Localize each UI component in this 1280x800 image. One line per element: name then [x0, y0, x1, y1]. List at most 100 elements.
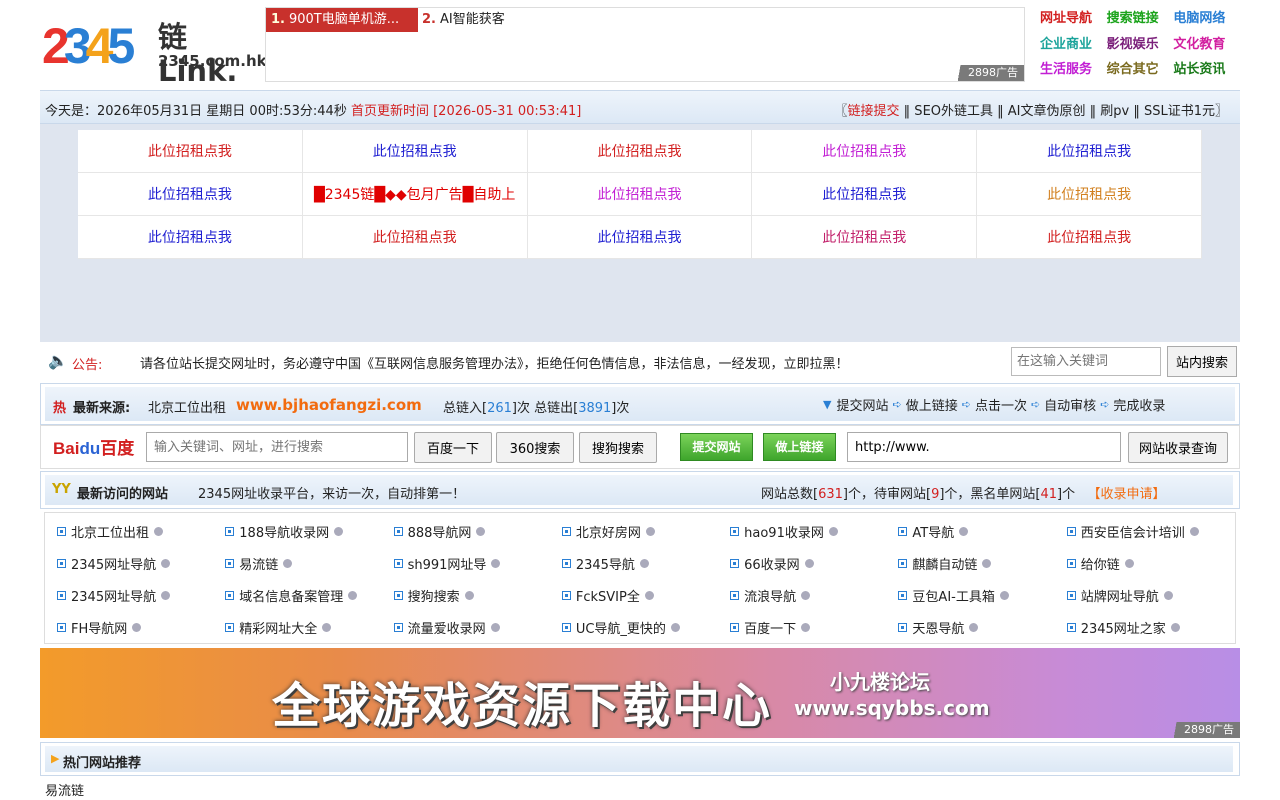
banner-ad[interactable]: 全球游戏资源下载中心 小九楼论坛 www.sqybbs.com 2898广告: [40, 648, 1240, 738]
site-name[interactable]: 麒麟自动链: [912, 554, 977, 573]
site-list-item[interactable]: UC导航_更快的: [561, 611, 730, 643]
site-search-input[interactable]: [1011, 347, 1161, 376]
site-list-item[interactable]: 天恩导航: [898, 611, 1066, 643]
site-name[interactable]: 2345网址之家: [1081, 618, 1166, 637]
site-name[interactable]: 流浪导航: [744, 586, 796, 605]
info-icon[interactable]: [804, 558, 814, 568]
site-search-button[interactable]: 站内搜索: [1167, 346, 1237, 377]
site-name[interactable]: 北京好房网: [576, 522, 641, 541]
ad-slot[interactable]: 此位招租点我: [78, 173, 303, 216]
info-icon[interactable]: [1163, 590, 1173, 600]
site-name[interactable]: 66收录网: [744, 554, 800, 573]
info-icon[interactable]: [959, 526, 969, 536]
site-list-item[interactable]: 域名信息备案管理: [225, 579, 393, 611]
info-icon[interactable]: [334, 526, 344, 536]
info-icon[interactable]: [161, 558, 171, 568]
index-check-button[interactable]: 网站收录查询: [1128, 432, 1228, 463]
site-name[interactable]: 站牌网址导航: [1081, 586, 1159, 605]
site-list-item[interactable]: FH导航网: [57, 611, 225, 643]
web-search-input[interactable]: [146, 432, 408, 462]
site-list-item[interactable]: 给你链: [1066, 547, 1235, 579]
site-list-item[interactable]: 2345导航: [561, 547, 730, 579]
hot-site-link[interactable]: 易流链: [45, 780, 84, 799]
ad-slot[interactable]: 此位招租点我: [527, 173, 753, 216]
site-list-item[interactable]: 精彩网址大全: [225, 611, 393, 643]
site-list-item[interactable]: 2345网址之家: [1066, 611, 1235, 643]
site-list-item[interactable]: 北京工位出租: [57, 515, 225, 547]
info-icon[interactable]: [1189, 526, 1199, 536]
category-link[interactable]: 网址导航: [1040, 10, 1107, 36]
ad-slot[interactable]: 此位招租点我: [752, 173, 978, 216]
site-name[interactable]: 西安臣信会计培训: [1081, 522, 1185, 541]
360-search-button[interactable]: 360搜索: [496, 432, 574, 463]
info-icon[interactable]: [476, 526, 486, 536]
site-name[interactable]: 188导航收录网: [239, 522, 329, 541]
site-name[interactable]: hao91收录网: [744, 522, 824, 541]
site-list-item[interactable]: 易流链: [225, 547, 393, 579]
site-name[interactable]: 搜狗搜索: [408, 586, 460, 605]
site-name[interactable]: 2345导航: [576, 554, 635, 573]
ad-tag[interactable]: 2898广告: [1162, 722, 1240, 738]
info-icon[interactable]: [999, 590, 1009, 600]
site-name[interactable]: 豆包AI-工具箱: [912, 586, 994, 605]
info-icon[interactable]: [828, 526, 838, 536]
info-icon[interactable]: [801, 590, 811, 600]
info-icon[interactable]: [639, 558, 649, 568]
site-list-item[interactable]: AT导航: [898, 515, 1066, 547]
add-link-button[interactable]: 做上链接: [763, 433, 836, 461]
site-name[interactable]: 天恩导航: [912, 618, 964, 637]
site-name[interactable]: 域名信息备案管理: [239, 586, 343, 605]
source-name[interactable]: 北京工位出租: [148, 397, 226, 416]
apply-link[interactable]: 【收录申请】: [1088, 487, 1166, 502]
ad-slot[interactable]: 此位招租点我: [752, 216, 978, 259]
category-link[interactable]: 文化教育: [1173, 36, 1240, 62]
info-icon[interactable]: [132, 622, 142, 632]
info-icon[interactable]: [283, 558, 293, 568]
ad-tag[interactable]: 2898广告: [946, 65, 1024, 81]
info-icon[interactable]: [464, 590, 474, 600]
ad-slot[interactable]: 此位招租点我: [302, 130, 528, 173]
site-list-item[interactable]: 888导航网: [393, 515, 562, 547]
site-name[interactable]: FckSVIP全: [576, 586, 640, 605]
site-list-item[interactable]: 66收录网: [730, 547, 898, 579]
tool-links[interactable]: ‖ SEO外链工具 ‖ AI文章伪原创 ‖ 刷pv ‖ SSL证书1元〗: [900, 104, 1228, 119]
site-name[interactable]: UC导航_更快的: [576, 618, 666, 637]
site-name[interactable]: 2345网址导航: [71, 554, 156, 573]
info-icon[interactable]: [490, 622, 500, 632]
ad-slot[interactable]: 此位招租点我: [977, 173, 1202, 216]
sogou-search-button[interactable]: 搜狗搜索: [579, 432, 657, 463]
site-name[interactable]: 2345网址导航: [71, 586, 156, 605]
submit-site-button[interactable]: 提交网站: [680, 433, 753, 461]
info-icon[interactable]: [154, 526, 164, 536]
site-name[interactable]: 北京工位出租: [71, 522, 149, 541]
site-name[interactable]: 易流链: [239, 554, 278, 573]
info-icon[interactable]: [969, 622, 979, 632]
site-list-item[interactable]: sh991网址导: [393, 547, 562, 579]
info-icon[interactable]: [1170, 622, 1180, 632]
site-list-item[interactable]: 188导航收录网: [225, 515, 393, 547]
site-logo[interactable]: 2345 链Link. 2345.com.hk: [42, 18, 267, 88]
ad-slot[interactable]: 此位招租点我: [527, 216, 753, 259]
site-name[interactable]: 给你链: [1081, 554, 1120, 573]
site-name[interactable]: AT导航: [912, 522, 954, 541]
site-list-item[interactable]: 搜狗搜索: [393, 579, 562, 611]
category-link[interactable]: 影视娱乐: [1107, 36, 1174, 62]
category-link[interactable]: 生活服务: [1040, 61, 1107, 87]
site-name[interactable]: 百度一下: [744, 618, 796, 637]
ad-slot[interactable]: 此位招租点我: [752, 130, 978, 173]
info-icon[interactable]: [644, 590, 654, 600]
info-icon[interactable]: [161, 590, 171, 600]
site-list-item[interactable]: 西安臣信会计培训: [1066, 515, 1235, 547]
ad-slot[interactable]: 此位招租点我: [977, 216, 1202, 259]
site-list-item[interactable]: 百度一下: [730, 611, 898, 643]
link-submit-link[interactable]: 链接提交: [848, 104, 900, 119]
baidu-search-button[interactable]: 百度一下: [414, 432, 492, 463]
top-ad-item-1[interactable]: 1. 900T电脑单机游...: [266, 8, 418, 32]
site-list-item[interactable]: 流浪导航: [730, 579, 898, 611]
site-name[interactable]: 流量爱收录网: [408, 618, 486, 637]
ad-slot[interactable]: █2345链█◆◆包月广告█自助上: [302, 173, 528, 216]
site-list-item[interactable]: 流量爱收录网: [393, 611, 562, 643]
ad-slot[interactable]: 此位招租点我: [527, 130, 753, 173]
info-icon[interactable]: [322, 622, 332, 632]
ad-slot[interactable]: 此位招租点我: [302, 216, 528, 259]
